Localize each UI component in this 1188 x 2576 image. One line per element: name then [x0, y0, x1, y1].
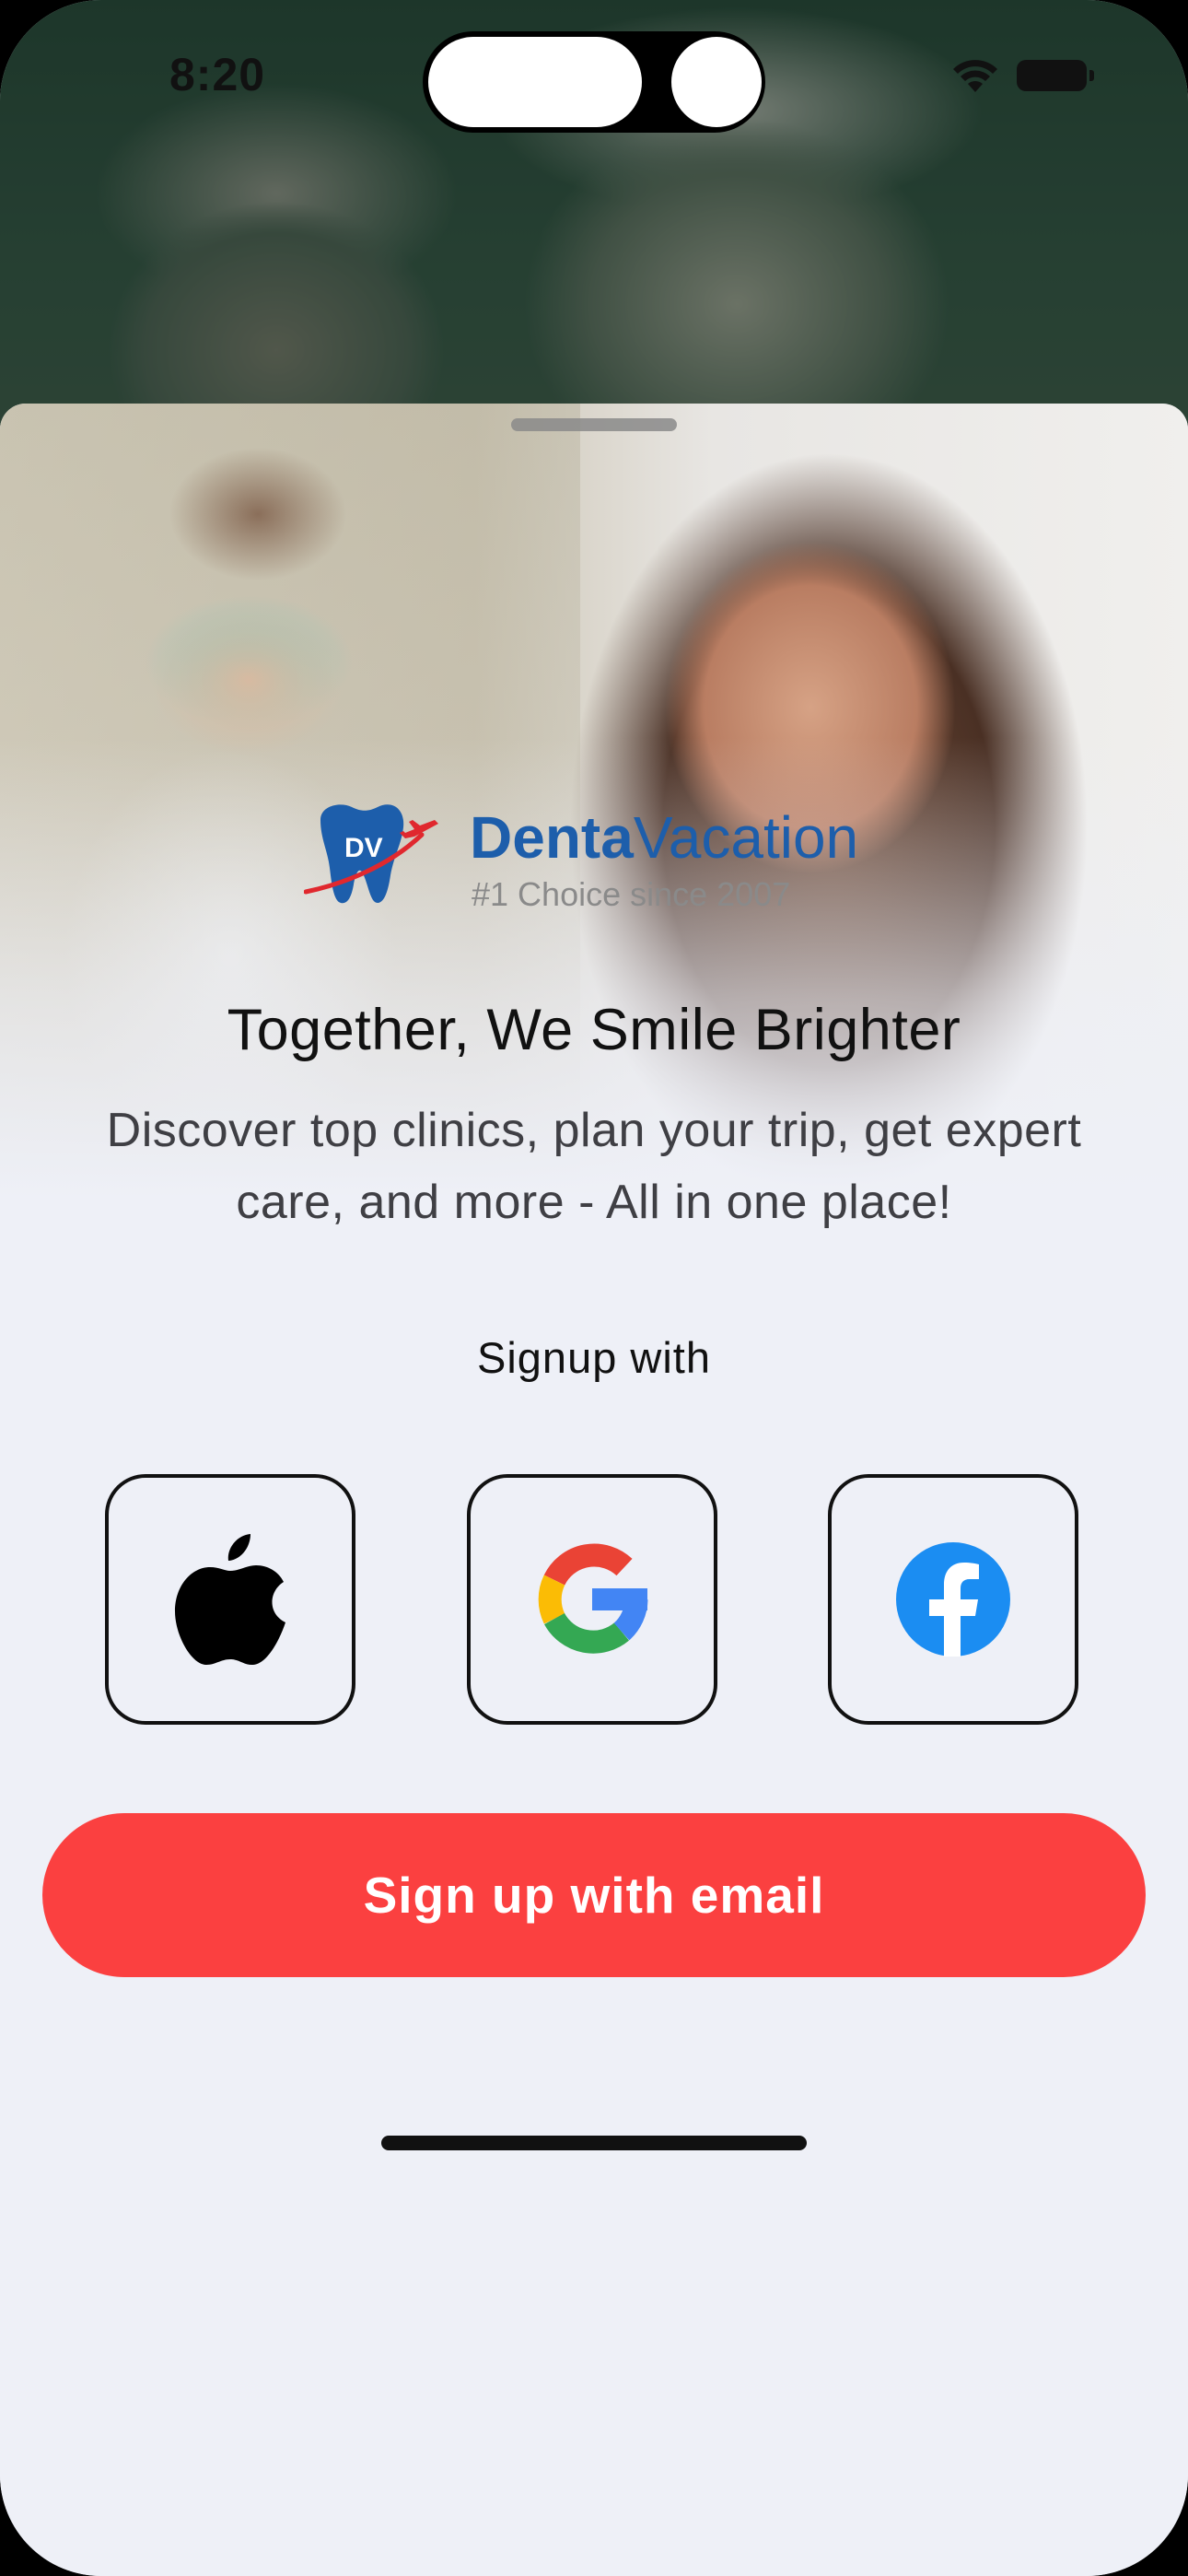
home-indicator — [381, 2136, 807, 2150]
subtitle: Discover top clinics, plan your trip, ge… — [37, 1095, 1151, 1238]
brand-name: DentaVacation — [470, 805, 858, 870]
signup-with-label: Signup with — [477, 1333, 711, 1382]
apple-icon — [175, 1534, 285, 1665]
tooth-plane-logo-icon: DV — [304, 804, 438, 904]
svg-text:DV: DV — [344, 833, 383, 863]
wifi-icon — [953, 60, 997, 92]
brand-tagline: #1 Choice since 2007 — [472, 875, 791, 913]
sign-up-email-button[interactable]: Sign up with email — [42, 1813, 1146, 1977]
subtitle-line-2: care, and more - All in one place! — [236, 1176, 952, 1229]
facebook-icon — [896, 1542, 1010, 1657]
dynamic-island — [423, 31, 765, 133]
google-signup-button[interactable] — [467, 1474, 717, 1725]
apple-signup-button[interactable] — [105, 1474, 355, 1725]
brand-logo: DV DentaVacation #1 Choice since 2007 — [304, 800, 949, 919]
battery-icon — [1017, 60, 1094, 91]
app-screen: 8:20 DV DentaVacation #1 Choice since 20… — [0, 0, 1188, 2576]
google-icon — [538, 1543, 648, 1654]
status-time: 8:20 — [169, 49, 266, 100]
sheet-grabber[interactable] — [511, 418, 677, 431]
brand-name-bold: Denta — [470, 804, 634, 871]
facebook-signup-button[interactable] — [828, 1474, 1078, 1725]
headline: Together, We Smile Brighter — [227, 998, 961, 1062]
status-icons — [950, 57, 1094, 94]
brand-name-regular: Vacation — [633, 804, 859, 871]
subtitle-line-1: Discover top clinics, plan your trip, ge… — [106, 1104, 1082, 1157]
